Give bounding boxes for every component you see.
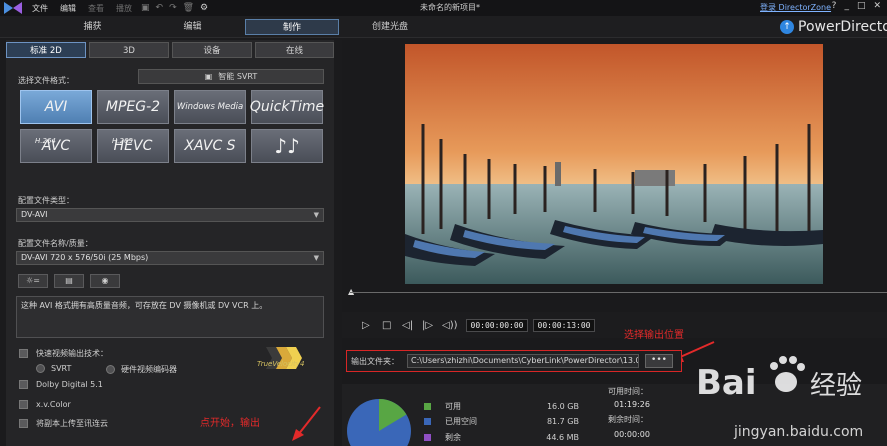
legend-available: 可用 16.0 GB — [424, 401, 579, 412]
menu-view[interactable]: 查看 — [82, 3, 110, 14]
format-audio-button[interactable]: ♪♪ — [251, 129, 323, 163]
annotation-output-location: 选择输出位置 — [624, 330, 684, 341]
profile-name-label: 配置文件名称/质量： — [18, 239, 93, 248]
prev-frame-icon[interactable]: ◁| — [402, 320, 413, 331]
timecode-total: 00:00:13:00 — [533, 319, 595, 332]
eye-icon: ◉ — [101, 276, 109, 285]
format-avi-button[interactable]: AVI — [20, 90, 92, 124]
profile-details-button[interactable]: ▤ — [54, 274, 84, 288]
minimize-icon[interactable]: _ — [844, 1, 849, 11]
volume-icon[interactable]: ◁)) — [442, 320, 458, 331]
music-note-icon: ♪♪ — [274, 134, 300, 158]
main-tabs: 捕获 编辑 制作 创建光盘 ↑ PowerDirector — [0, 16, 887, 38]
profile-preview-button[interactable]: ◉ — [90, 274, 120, 288]
tab-capture[interactable]: 捕获 — [40, 19, 145, 35]
menu-playback[interactable]: 播放 — [110, 3, 138, 14]
tab-create-disc[interactable]: 创建光盘 — [345, 19, 435, 35]
help-button[interactable]: ? — [832, 1, 837, 11]
chevron-down-icon: ▼ — [313, 254, 319, 262]
annotation-start-output: 点开始，输出 — [200, 418, 260, 429]
profile-name-select[interactable]: DV-AVI 720 x 576/50i (25 Mbps) ▼ — [16, 251, 324, 265]
format-hevc-button[interactable]: H.265 HEVC — [97, 129, 169, 163]
subtab-online[interactable]: 在线 — [255, 42, 334, 58]
xvcolor-checkbox[interactable]: x.v.Color — [19, 400, 71, 409]
app-logo-icon — [0, 0, 26, 16]
subtab-device[interactable]: 设备 — [172, 42, 252, 58]
undo-icon[interactable]: ↶ — [153, 3, 167, 13]
arrow-up-icon[interactable]: ↑ — [780, 20, 794, 34]
baidu-paw-icon — [770, 356, 805, 392]
brand: ↑ PowerDirector — [780, 19, 887, 35]
upload-cloud-checkbox[interactable]: 将副本上传至讯连云 — [19, 418, 108, 429]
title-bar: 文件 编辑 查看 播放 ▣ ↶ ↷ 🗑 ⚙ 未命名的新项目* 登录 Direct… — [0, 0, 887, 16]
svrt-icon: ▣ — [204, 72, 213, 81]
available-time-label: 可用时间： — [608, 387, 648, 396]
format-xavcs-button[interactable]: XAVC S — [174, 129, 246, 163]
legend-used: 已用空间 81.7 GB — [424, 416, 579, 427]
profile-type-label: 配置文件类型： — [18, 196, 74, 205]
remaining-time-label: 剩余时间： — [608, 415, 648, 424]
sun-settings-icon: ☼= — [26, 276, 40, 285]
settings-gear-icon[interactable]: ⚙ — [197, 3, 211, 13]
svrt-radio[interactable]: SVRT — [36, 364, 71, 373]
tab-edit[interactable]: 编辑 — [140, 19, 245, 35]
format-label: 选择文件格式： — [18, 76, 74, 85]
subtab-3d[interactable]: 3D — [89, 42, 169, 58]
browse-folder-button[interactable]: ••• — [645, 354, 673, 368]
video-preview-image — [405, 44, 823, 284]
hw-encoder-radio[interactable]: 硬件视频编码器 — [106, 364, 177, 375]
format-avc-button[interactable]: H.264 AVC — [20, 129, 92, 163]
legend-remaining: 剩余 44.6 MB — [424, 432, 579, 443]
close-icon[interactable]: ✕ — [873, 1, 881, 11]
subtab-standard-2d[interactable]: 标准 2D — [6, 42, 86, 58]
save-icon[interactable]: ▣ — [138, 3, 153, 13]
annotation-arrow-down — [292, 406, 321, 441]
chevron-down-icon: ▼ — [313, 211, 319, 219]
profile-settings-button[interactable]: ☼= — [18, 274, 48, 288]
remaining-time-value: 00:00:00 — [614, 430, 650, 439]
tab-produce[interactable]: 制作 — [245, 19, 339, 35]
profile-description: 这种 AVI 格式拥有高质量音频，可存放在 DV 摄像机或 DV VCR 上。 — [16, 296, 324, 338]
brand-name: PowerDirector — [798, 19, 887, 35]
fast-render-checkbox[interactable]: 快速视频输出技术： — [19, 348, 108, 359]
next-frame-icon[interactable]: |▷ — [422, 320, 433, 331]
watermark-url: jingyan.baidu.com — [733, 424, 863, 440]
produce-settings-panel: 标准 2D 3D 设备 在线 选择文件格式： ▣ 智能 SVRT AVI MPE… — [6, 40, 334, 446]
smart-svrt-button[interactable]: ▣ 智能 SVRT — [138, 69, 324, 84]
output-folder-label: 输出文件夹： — [351, 357, 399, 366]
output-folder-path[interactable]: C:\Users\zhizhi\Documents\CyberLink\Powe… — [407, 354, 639, 368]
profile-type-select[interactable]: DV-AVI ▼ — [16, 208, 324, 222]
play-icon[interactable]: ▷ — [362, 320, 370, 331]
timecode-current: 00:00:00:00 — [466, 319, 528, 332]
format-mpeg2-button[interactable]: MPEG-2 — [97, 90, 169, 124]
trash-icon[interactable]: 🗑 — [180, 3, 197, 13]
signin-link[interactable]: 登录 DirectorZone — [760, 2, 831, 13]
format-wmv-button[interactable]: Windows Media — [174, 90, 246, 124]
disk-usage-pie — [347, 399, 411, 446]
menu-edit[interactable]: 编辑 — [54, 3, 82, 14]
watermark-jingyan: 经验 — [810, 371, 862, 401]
window-controls: ? _ □ ✕ — [832, 1, 881, 11]
truevelocity-label: TrueVelocity4 — [257, 360, 305, 368]
menu-file[interactable]: 文件 — [26, 3, 54, 14]
dolby-checkbox[interactable]: Dolby Digital 5.1 — [19, 380, 103, 389]
stop-icon[interactable]: □ — [382, 320, 391, 331]
output-folder-row: 输出文件夹： C:\Users\zhizhi\Documents\CyberLi… — [346, 350, 682, 372]
available-time-value: 01:19:26 — [614, 400, 650, 409]
redo-icon[interactable]: ↷ — [166, 3, 180, 13]
playback-controls: ▷ □ ◁| |▷ ◁)) 00:00:00:00 00:00:13:00 — [342, 312, 887, 338]
list-icon: ▤ — [65, 276, 73, 285]
baidu-jingyan-watermark: Bai 经验 jingyan.baidu.com — [696, 356, 863, 440]
format-quicktime-button[interactable]: QuickTime — [250, 90, 324, 124]
watermark-brand: Bai — [696, 363, 757, 403]
maximize-icon[interactable]: □ — [857, 1, 866, 11]
project-title: 未命名的新项目* — [420, 3, 480, 12]
timeline-slider[interactable] — [350, 292, 887, 293]
